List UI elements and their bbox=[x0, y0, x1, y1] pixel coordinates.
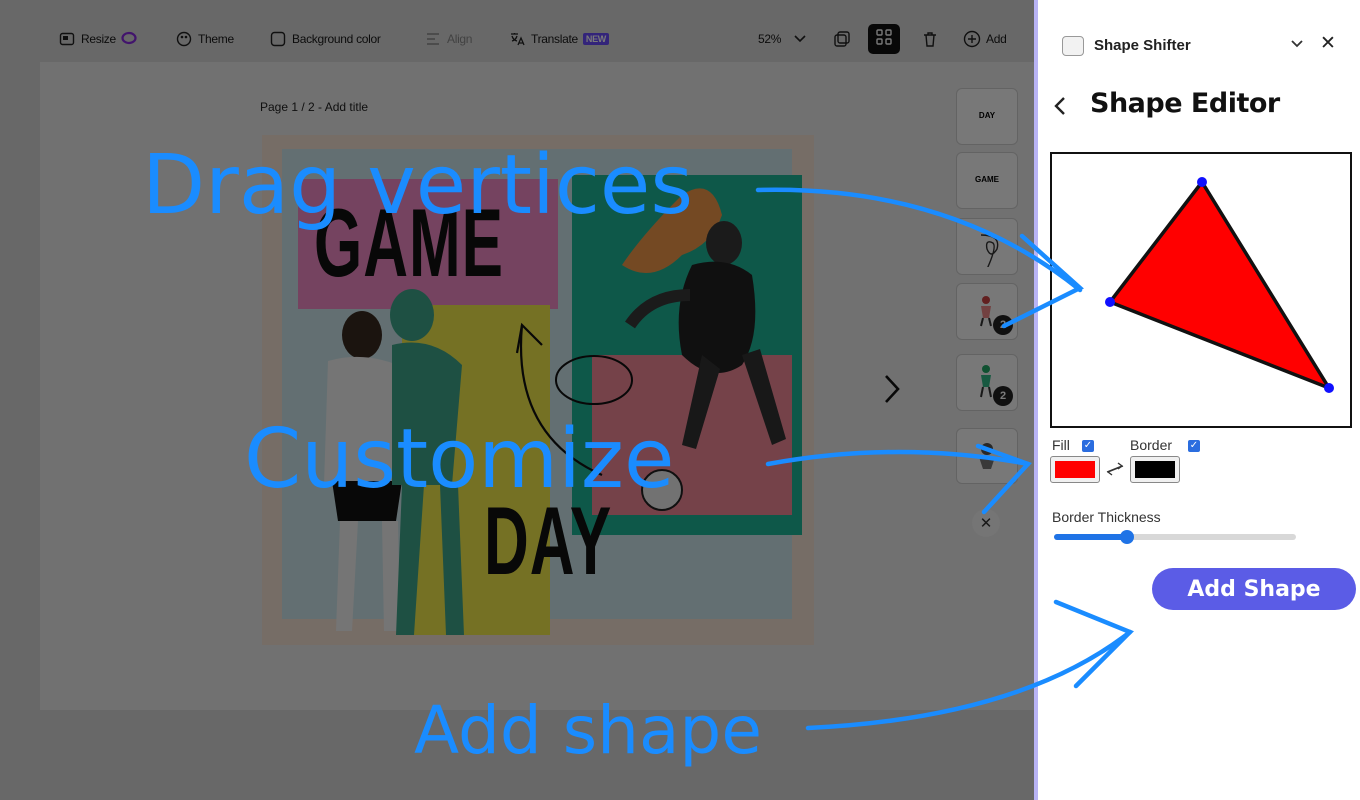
zoom-dropdown[interactable]: 52% bbox=[758, 28, 806, 50]
close-rail-button[interactable]: ✕ bbox=[972, 509, 1000, 537]
new-badge: NEW bbox=[582, 33, 609, 45]
duplicate-icon bbox=[833, 30, 851, 48]
thumbnail-label: GAME bbox=[975, 175, 999, 184]
shape-preview-canvas[interactable] bbox=[1050, 152, 1352, 428]
triangle-shape[interactable] bbox=[1052, 154, 1350, 426]
annotation-drag-vertices: Drag vertices bbox=[142, 138, 694, 233]
border-color-swatch[interactable] bbox=[1130, 456, 1180, 483]
delete-button[interactable] bbox=[921, 28, 939, 50]
slider-fill bbox=[1054, 534, 1127, 540]
border-label: Border bbox=[1130, 437, 1173, 453]
color-square-icon bbox=[269, 30, 287, 48]
swap-icon[interactable] bbox=[1104, 460, 1126, 482]
slider-thumb[interactable] bbox=[1119, 530, 1134, 544]
app-icon bbox=[1062, 36, 1084, 56]
theme-label: Theme bbox=[198, 32, 234, 46]
resize-label: Resize bbox=[81, 32, 116, 46]
close-icon[interactable]: ✕ bbox=[1320, 32, 1336, 54]
palette-icon bbox=[175, 30, 193, 48]
shape-shifter-panel: Shape Shifter ✕ Shape Editor Fill ✓ Bord… bbox=[1034, 0, 1360, 800]
page-label[interactable]: Page 1 / 2 - Add title bbox=[260, 100, 368, 114]
resize-icon bbox=[58, 30, 76, 48]
translate-button[interactable]: Translate NEW bbox=[508, 28, 609, 50]
grid-icon bbox=[875, 28, 893, 50]
premium-icon bbox=[121, 31, 137, 48]
thumbnail[interactable]: 2 bbox=[956, 354, 1018, 411]
border-color-chip bbox=[1135, 461, 1175, 478]
thumbnail[interactable]: 2 bbox=[956, 283, 1018, 340]
chevron-down-icon bbox=[794, 32, 806, 46]
thumbnail[interactable] bbox=[956, 218, 1018, 275]
background-color-button[interactable]: Background color bbox=[269, 28, 381, 50]
fill-checkbox[interactable]: ✓ bbox=[1082, 440, 1094, 452]
editor-inner: Resize Theme Background color Align Tran… bbox=[0, 0, 1034, 800]
thumbnail[interactable]: DAY bbox=[956, 88, 1018, 145]
border-thickness-label: Border Thickness bbox=[1052, 509, 1161, 525]
thumbnail-label: DAY bbox=[978, 111, 996, 120]
annotation-add-shape: Add shape bbox=[414, 692, 762, 769]
vertex-handle[interactable] bbox=[1197, 177, 1207, 187]
add-label: Add bbox=[986, 32, 1007, 46]
plus-circle-icon bbox=[963, 30, 981, 48]
add-page-button[interactable]: Add bbox=[963, 28, 1007, 50]
align-button[interactable]: Align bbox=[424, 28, 472, 50]
scribble-icon bbox=[980, 234, 999, 267]
trash-icon bbox=[921, 30, 939, 48]
resize-button[interactable]: Resize bbox=[58, 28, 137, 50]
zoom-value: 52% bbox=[758, 32, 782, 46]
align-icon bbox=[424, 30, 442, 48]
thumbnail[interactable] bbox=[956, 428, 1018, 484]
count-badge: 2 bbox=[993, 315, 1013, 335]
fill-label: Fill bbox=[1052, 437, 1070, 453]
close-icon: ✕ bbox=[979, 514, 993, 532]
fill-color-swatch[interactable] bbox=[1050, 456, 1100, 483]
add-shape-button[interactable]: Add Shape bbox=[1152, 568, 1356, 610]
translate-icon bbox=[508, 30, 526, 48]
grid-view-button[interactable] bbox=[868, 24, 900, 54]
duplicate-button[interactable] bbox=[833, 28, 851, 50]
background-color-label: Background color bbox=[292, 32, 381, 46]
theme-button[interactable]: Theme bbox=[175, 28, 234, 50]
annotation-customize: Customize bbox=[244, 412, 675, 507]
align-label: Align bbox=[447, 32, 473, 46]
player-icon bbox=[979, 443, 995, 469]
fill-color-chip bbox=[1055, 461, 1095, 478]
app-name: Shape Shifter bbox=[1094, 37, 1191, 54]
translate-label: Translate bbox=[531, 32, 578, 46]
thumbnail[interactable]: GAME bbox=[956, 152, 1018, 209]
back-arrow-icon[interactable] bbox=[1052, 94, 1068, 125]
vertex-handle[interactable] bbox=[1105, 297, 1115, 307]
border-checkbox[interactable]: ✓ bbox=[1188, 440, 1200, 452]
editor-area: Resize Theme Background color Align Tran… bbox=[0, 0, 1034, 800]
count-badge: 2 bbox=[993, 386, 1013, 406]
panel-title: Shape Editor bbox=[1090, 88, 1280, 119]
next-page-arrow-icon[interactable] bbox=[882, 372, 902, 414]
vertex-handle[interactable] bbox=[1324, 383, 1334, 393]
border-thickness-slider[interactable] bbox=[1054, 530, 1296, 544]
chevron-down-icon[interactable] bbox=[1290, 34, 1304, 53]
